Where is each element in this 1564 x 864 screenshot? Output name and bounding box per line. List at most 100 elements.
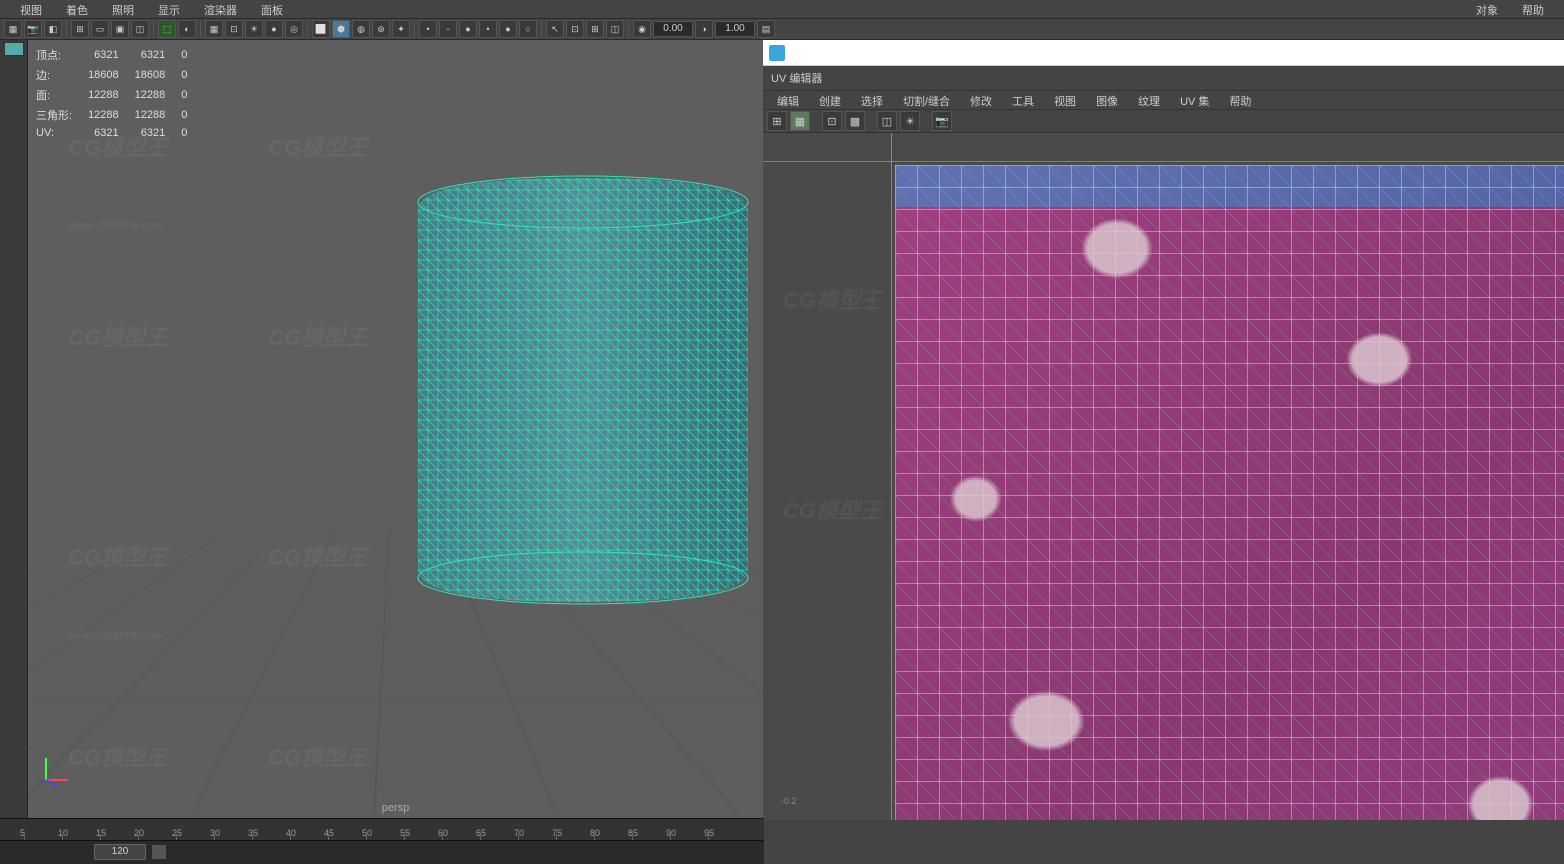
time-ruler[interactable]: /* ticks drawn below via JS for brevity … [0, 819, 764, 841]
exposure-icon[interactable]: ◉ [633, 20, 651, 38]
wireframe-icon[interactable]: ⬚ [158, 20, 176, 38]
textured-icon[interactable]: ⊡ [225, 20, 243, 38]
uv-axis-v [891, 133, 892, 820]
uv-menu-texture[interactable]: 纹理 [1128, 91, 1170, 109]
outliner-item[interactable] [4, 42, 24, 56]
bookmark-icon[interactable]: ◧ [44, 20, 62, 38]
separator [541, 21, 542, 37]
watermark: CG模型王 [783, 493, 882, 525]
uv-menu-edit[interactable]: 编辑 [767, 91, 809, 109]
time-tick: 75 [552, 828, 562, 838]
uv-shell-icon[interactable]: ▦ [790, 111, 810, 131]
snap-icon[interactable]: ⊡ [566, 20, 584, 38]
menu-display[interactable]: 显示 [146, 0, 192, 18]
time-tickline [556, 834, 557, 840]
xray-icon[interactable]: ▦ [205, 20, 223, 38]
film-gate-icon[interactable]: ▭ [91, 20, 109, 38]
separator [307, 21, 308, 37]
time-tick: 25 [172, 828, 182, 838]
view-transform-icon[interactable]: ▤ [757, 20, 775, 38]
ao-icon[interactable]: ◍ [352, 20, 370, 38]
smooth-preview-icon[interactable]: ⬢ [332, 20, 350, 38]
sphere-icon[interactable]: ● [459, 20, 477, 38]
camera-label: persp [382, 802, 410, 814]
uv-menu-view[interactable]: 视图 [1044, 91, 1086, 109]
menu-shading[interactable]: 着色 [54, 0, 100, 18]
main-area: CG模型王 CG模型王 www.CGMXW.com CG模型王 CG模型王 CG… [0, 40, 1564, 820]
uv-brightness-icon[interactable]: ☀ [900, 111, 920, 131]
uv-menu-uvsets[interactable]: UV 集 [1170, 91, 1219, 109]
time-tick: 80 [590, 828, 600, 838]
uv-tick: -0.2 [781, 796, 797, 806]
separator [414, 21, 415, 37]
time-tickline [290, 834, 291, 840]
motion-blur-icon[interactable]: ⊛ [372, 20, 390, 38]
sphere2-icon[interactable]: ● [499, 20, 517, 38]
time-tickline [62, 834, 63, 840]
dot2-icon[interactable]: ◦ [439, 20, 457, 38]
menu-lighting[interactable]: 照明 [100, 0, 146, 18]
arrow-icon[interactable]: ↖ [546, 20, 564, 38]
mesh-cylinder-wireframe[interactable] [398, 170, 763, 610]
uv-menu-help[interactable]: 帮助 [1219, 91, 1261, 109]
snap2-icon[interactable]: ⊞ [586, 20, 604, 38]
menu-object[interactable]: 对象 [1464, 0, 1510, 20]
uv-menu-create[interactable]: 创建 [809, 91, 851, 109]
separator [66, 21, 67, 37]
snap3-icon[interactable]: ◫ [606, 20, 624, 38]
keyframe-icon[interactable] [152, 845, 166, 859]
menu-help[interactable]: 帮助 [1510, 0, 1556, 20]
camera-icon[interactable]: 📷 [24, 20, 42, 38]
time-tickline [24, 834, 25, 840]
uv-window-titlebar[interactable] [763, 40, 1564, 66]
viewport-toolbar: ▦ 📷 ◧ ⊞ ▭ ▣ ◫ ⬚ ◐ ▦ ⊡ ☀ ● ◎ ⬜ ⬢ ◍ ⊛ ✦ • … [0, 18, 1564, 40]
dot3-icon[interactable]: • [479, 20, 497, 38]
uv-dim-icon[interactable]: ◫ [877, 111, 897, 131]
uv-menu-select[interactable]: 选择 [851, 91, 893, 109]
light-icon[interactable]: ☀ [245, 20, 263, 38]
time-tickline [328, 834, 329, 840]
uv-menubar: 编辑 创建 选择 切割/缝合 修改 工具 视图 图像 纹理 UV 集 帮助 [763, 91, 1564, 109]
cube-icon[interactable]: ⬜ [312, 20, 330, 38]
uv-canvas[interactable]: -0.2 -0.2 CG模型王 CG模型王 [763, 133, 1564, 820]
time-tick: 40 [286, 828, 296, 838]
menu-panels[interactable]: 面板 [249, 0, 295, 18]
menu-renderer[interactable]: 渲染器 [192, 0, 249, 18]
aa-icon[interactable]: ✦ [392, 20, 410, 38]
menu-view[interactable]: 视图 [8, 0, 54, 18]
timeline[interactable]: /* ticks drawn below via JS for brevity … [0, 818, 764, 864]
uv-snapshot-icon[interactable]: 📷 [932, 111, 952, 131]
uv-menu-image[interactable]: 图像 [1086, 91, 1128, 109]
grid-icon[interactable]: ⊞ [71, 20, 89, 38]
uv-axis-h [763, 161, 1564, 162]
resolution-gate-icon[interactable]: ▣ [111, 20, 129, 38]
time-tickline [214, 834, 215, 840]
shade-icon[interactable]: ◐ [178, 20, 196, 38]
uv-menu-modify[interactable]: 修改 [960, 91, 1002, 109]
gamma-icon[interactable]: ◑ [695, 20, 713, 38]
exposure-field[interactable]: 0.00 [653, 21, 693, 37]
time-tick: 55 [400, 828, 410, 838]
viewport[interactable]: CG模型王 CG模型王 www.CGMXW.com CG模型王 CG模型王 CG… [28, 40, 763, 820]
uv-checker-icon[interactable]: ▩ [845, 111, 865, 131]
time-tick: 85 [628, 828, 638, 838]
time-tickline [252, 834, 253, 840]
dot-icon[interactable]: • [419, 20, 437, 38]
time-tick: 60 [438, 828, 448, 838]
gate-mask-icon[interactable]: ◫ [131, 20, 149, 38]
axis-gizmo[interactable] [38, 752, 74, 788]
current-frame-field[interactable]: 120 [94, 844, 146, 860]
gamma-field[interactable]: 1.00 [715, 21, 755, 37]
maya-logo-icon [769, 45, 785, 61]
uv-layout-icon[interactable]: ⊞ [767, 111, 787, 131]
uv-menu-tools[interactable]: 工具 [1002, 91, 1044, 109]
time-tickline [480, 834, 481, 840]
isolate-icon[interactable]: ◎ [285, 20, 303, 38]
uv-editor-panel: UV 编辑器 编辑 创建 选择 切割/缝合 修改 工具 视图 图像 纹理 UV … [763, 40, 1564, 820]
outliner-strip[interactable] [0, 40, 28, 820]
select-tool-icon[interactable]: ▦ [4, 20, 22, 38]
dot4-icon[interactable]: ○ [519, 20, 537, 38]
shadow-icon[interactable]: ● [265, 20, 283, 38]
uv-grid-icon[interactable]: ⊡ [822, 111, 842, 131]
uv-menu-cut-sew[interactable]: 切割/缝合 [893, 91, 960, 109]
